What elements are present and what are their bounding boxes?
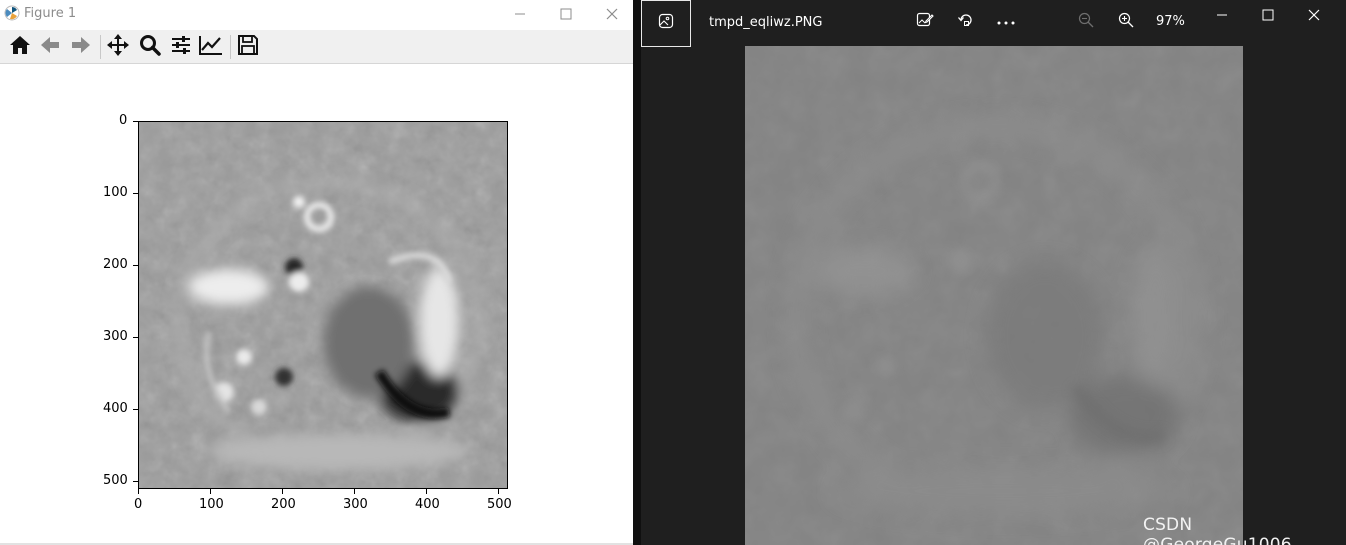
pan-move-icon [106, 33, 130, 62]
x-tick-label: 0 [134, 497, 143, 512]
maximize-button[interactable] [546, 2, 586, 26]
more-options-button[interactable] [991, 8, 1021, 36]
x-tick-label: 100 [199, 497, 224, 512]
figure-toolbar [0, 30, 633, 64]
x-tick-label: 200 [271, 497, 296, 512]
y-tick-mark [133, 265, 138, 266]
y-tick-label: 100 [103, 185, 128, 200]
rotate-icon [957, 11, 975, 34]
more-icon [996, 13, 1016, 31]
edit-axis-icon [198, 34, 224, 61]
x-tick-mark [282, 489, 283, 494]
configure-subplots-icon [170, 34, 192, 61]
edit-image-button[interactable] [910, 8, 940, 36]
image-icon [658, 13, 674, 34]
viewer-filename: tmpd_eqliwz.PNG [709, 15, 823, 30]
zoom-out-icon [1078, 12, 1094, 33]
x-tick-mark [498, 489, 499, 494]
window-divider [633, 0, 641, 545]
zoom-button[interactable] [136, 33, 164, 61]
y-tick-label: 200 [103, 257, 128, 272]
forward-button[interactable] [67, 33, 95, 61]
x-tick-label: 300 [343, 497, 368, 512]
y-tick-mark [133, 337, 138, 338]
y-tick-mark [133, 121, 138, 122]
low-contrast-grayscale-image [745, 46, 1243, 545]
rotate-button[interactable] [951, 8, 981, 36]
y-tick-label: 300 [103, 329, 128, 344]
back-button[interactable] [36, 33, 64, 61]
viewed-image[interactable] [745, 46, 1243, 545]
x-tick-mark [426, 489, 427, 494]
figure-title-bar: Figure 1 [0, 0, 633, 30]
grayscale-image-plot[interactable] [138, 121, 508, 489]
watermark-text: CSDN @GeorgeGu1006 [1143, 515, 1292, 545]
viewer-minimize-button[interactable] [1200, 2, 1244, 28]
x-tick-mark [138, 489, 139, 494]
zoom-in-button[interactable] [1111, 8, 1141, 36]
zoom-in-icon [1118, 12, 1134, 33]
configure-subplots-button[interactable] [167, 33, 195, 61]
edit-axis-button[interactable] [197, 33, 225, 61]
y-tick-mark [133, 409, 138, 410]
save-icon [237, 34, 259, 61]
back-arrow-icon [39, 34, 61, 61]
figure-title: Figure 1 [24, 6, 77, 21]
image-viewer-window: tmpd_eqliwz.PNG 97% CSDN @GeorgeGu1006 [641, 0, 1346, 545]
save-button[interactable] [234, 33, 262, 61]
home-button[interactable] [6, 33, 34, 61]
close-button[interactable] [592, 2, 632, 26]
y-tick-label: 0 [119, 113, 128, 128]
y-tick-mark [133, 481, 138, 482]
zoom-out-button[interactable] [1071, 8, 1101, 36]
zoom-magnifier-icon [139, 34, 161, 61]
toolbar-separator [230, 35, 231, 59]
photo-app-button[interactable] [641, 0, 691, 47]
edit-image-icon [916, 11, 934, 34]
grayscale-image [139, 122, 507, 488]
x-tick-label: 400 [415, 497, 440, 512]
matplotlib-logo-icon [4, 5, 20, 21]
x-tick-mark [354, 489, 355, 494]
zoom-level: 97% [1156, 14, 1185, 29]
home-icon [9, 34, 31, 61]
y-tick-label: 400 [103, 401, 128, 416]
viewer-close-button[interactable] [1292, 2, 1336, 28]
forward-arrow-icon [70, 34, 92, 61]
pan-button[interactable] [104, 33, 132, 61]
y-tick-label: 500 [103, 473, 128, 488]
toolbar-separator [100, 35, 101, 59]
viewer-maximize-button[interactable] [1246, 2, 1290, 28]
x-tick-mark [210, 489, 211, 494]
x-tick-label: 500 [487, 497, 512, 512]
figure-window: Figure 1 0 100 200 300 400 500 0 100 200… [0, 0, 633, 545]
y-tick-mark [133, 193, 138, 194]
minimize-button[interactable] [500, 2, 540, 26]
